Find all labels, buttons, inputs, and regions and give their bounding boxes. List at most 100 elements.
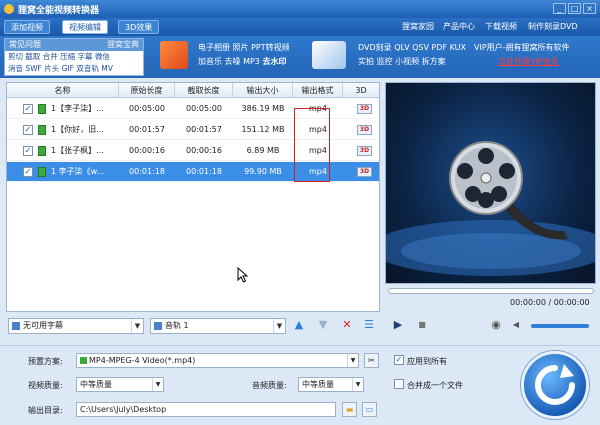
vip-text: VIP用户-拥有狸窝所有软件 xyxy=(474,43,570,52)
maximize-button[interactable]: □ xyxy=(568,3,581,14)
video-quality-label: 视频质量: xyxy=(28,381,63,390)
cell-cut: 00:00:16 xyxy=(186,146,222,155)
stop-icon[interactable]: ■ xyxy=(415,318,429,332)
chevron-down-icon[interactable]: ▼ xyxy=(273,319,285,333)
row-checkbox[interactable]: ✓ xyxy=(23,146,33,156)
window-title: 狸窝全能视频转换器 xyxy=(18,6,100,16)
film-reel-icon xyxy=(386,141,595,276)
faq-line-2[interactable]: 消音 SWF 片头 GIF 双音轨 MV xyxy=(5,63,143,75)
cell-orig: 00:05:00 xyxy=(129,104,165,113)
cell-name: 1【你好，旧... xyxy=(51,125,104,134)
arrow-down-icon[interactable]: ▼ xyxy=(316,318,330,332)
cell-name: 1【张子枫】... xyxy=(51,146,104,155)
col-3d[interactable]: 3D xyxy=(343,83,379,98)
ppt-icon[interactable] xyxy=(160,41,188,69)
output-options: 预置方案: MP4-MPEG-4 Video(*.mp4) ▼ ✂ ✓ 应用到所… xyxy=(0,345,600,425)
seek-bar[interactable] xyxy=(388,288,594,294)
format-highlight-box xyxy=(294,108,330,182)
cell-orig: 00:01:57 xyxy=(129,125,165,134)
close-button[interactable]: × xyxy=(583,3,596,14)
scissors-icon[interactable]: ✂ xyxy=(364,353,379,368)
banner-link-watermark[interactable]: 去水印 xyxy=(262,57,286,66)
tab-3d-effect[interactable]: 3D效果 xyxy=(118,20,160,34)
phone-icon[interactable] xyxy=(312,41,346,69)
title-bar: 狸窝全能视频转换器 _ □ × xyxy=(0,0,600,18)
preset-value: MP4-MPEG-4 Video(*.mp4) xyxy=(89,356,196,365)
3d-icon[interactable]: 3D xyxy=(357,146,372,156)
cell-size: 151.12 MB xyxy=(241,125,285,134)
row-checkbox[interactable]: ✓ xyxy=(23,167,33,177)
convert-button[interactable] xyxy=(521,351,589,419)
cell-size: 386.19 MB xyxy=(241,104,285,113)
video-quality-value: 中等质量 xyxy=(80,380,112,389)
link-download[interactable]: 下载视频 xyxy=(485,21,517,32)
minimize-button[interactable]: _ xyxy=(553,3,566,14)
chevron-down-icon[interactable]: ▼ xyxy=(152,378,163,391)
arrow-up-icon[interactable]: ▲ xyxy=(292,318,306,332)
feature-banner: 常见问题 狸窝宝典 剪切 截取 合并 压缩 字幕 微信 消音 SWF 片头 GI… xyxy=(0,36,600,78)
video-file-icon xyxy=(38,146,46,156)
cell-orig: 00:01:18 xyxy=(129,167,165,176)
chevron-down-icon[interactable]: ▼ xyxy=(352,378,363,391)
banner-link-shoot[interactable]: 实拍 监控 小视频 拆方案 xyxy=(358,56,446,68)
playback-controls: ▶ ■ ◉ ◀ xyxy=(385,316,596,336)
vip-upgrade-link[interactable]: 点此升级VIP会员 xyxy=(498,56,559,68)
faq-line-1[interactable]: 剪切 截取 合并 压缩 字幕 微信 xyxy=(5,51,143,63)
chevron-down-icon[interactable]: ▼ xyxy=(131,319,143,333)
cell-name: 1【李子柒】... xyxy=(51,104,104,113)
banner-link-dvd[interactable]: DVD刻录 QLV QSV PDF KUX xyxy=(358,42,466,54)
volume-slider[interactable] xyxy=(531,324,589,328)
chevron-down-icon[interactable]: ▼ xyxy=(347,354,358,367)
link-products[interactable]: 产品中心 xyxy=(443,21,475,32)
open-folder-icon[interactable]: ▭ xyxy=(362,402,377,417)
delete-icon[interactable]: ✕ xyxy=(340,318,354,332)
output-dir-value: C:\Users\July\Desktop xyxy=(80,405,167,414)
list-toolbar: 无可用字幕 ▼ 音轨 1 ▼ ▲ ▼ ✕ ☰ xyxy=(6,316,380,338)
cell-cut: 00:01:18 xyxy=(186,167,222,176)
subtitle-icon xyxy=(12,322,20,330)
col-orig-length[interactable]: 原始长度 xyxy=(119,83,175,98)
cell-cut: 00:05:00 xyxy=(186,104,222,113)
apply-all-checkbox[interactable]: ✓ xyxy=(394,355,404,365)
faq-title[interactable]: 常见问题 xyxy=(9,40,41,49)
row-checkbox[interactable]: ✓ xyxy=(23,125,33,135)
video-file-icon xyxy=(38,125,46,135)
tab-video-edit[interactable]: 视频编辑 xyxy=(62,20,108,34)
audio-quality-label: 音频质量: xyxy=(252,381,287,390)
link-home[interactable]: 狸窝家园 xyxy=(402,21,434,32)
3d-icon[interactable]: 3D xyxy=(357,167,372,177)
tab-add-video[interactable]: 添加视频 xyxy=(4,20,50,34)
output-dir-label: 输出目录: xyxy=(28,406,63,415)
merge-checkbox[interactable] xyxy=(394,379,404,389)
merge-label[interactable]: 合并成一个文件 xyxy=(407,380,463,391)
video-quality-select[interactable]: 中等质量 ▼ xyxy=(76,377,164,392)
audio-track-select[interactable]: 音轨 1 ▼ xyxy=(150,318,286,334)
col-cut-length[interactable]: 截取长度 xyxy=(175,83,233,98)
play-icon[interactable]: ▶ xyxy=(391,318,405,332)
audio-quality-select[interactable]: 中等质量 ▼ xyxy=(298,377,364,392)
faq-guide-link[interactable]: 狸窝宝典 xyxy=(107,39,139,51)
banner-link-music[interactable]: 加音乐 去噪 MP3 xyxy=(198,57,260,66)
col-output-size[interactable]: 输出大小 xyxy=(233,83,293,98)
preset-select[interactable]: MP4-MPEG-4 Video(*.mp4) ▼ xyxy=(76,353,359,368)
faq-box: 常见问题 狸窝宝典 剪切 截取 合并 压缩 字幕 微信 消音 SWF 片头 GI… xyxy=(4,38,144,76)
3d-icon[interactable]: 3D xyxy=(357,104,372,114)
preset-label: 预置方案: xyxy=(28,357,63,366)
subtitle-select[interactable]: 无可用字幕 ▼ xyxy=(8,318,144,334)
row-checkbox[interactable]: ✓ xyxy=(23,104,33,114)
link-dvd[interactable]: 制作刻录DVD xyxy=(528,21,578,32)
camera-icon[interactable]: ◉ xyxy=(489,318,503,332)
volume-icon[interactable]: ◀ xyxy=(509,318,523,332)
output-dir-input[interactable]: C:\Users\July\Desktop xyxy=(76,402,336,417)
col-name[interactable]: 名称 xyxy=(7,83,119,98)
mouse-cursor-icon xyxy=(237,267,249,283)
banner-link-album[interactable]: 电子相册 照片 PPT转视频 xyxy=(198,42,290,54)
list-icon[interactable]: ☰ xyxy=(362,318,376,332)
col-output-format[interactable]: 输出格式 xyxy=(293,83,343,98)
3d-icon[interactable]: 3D xyxy=(357,125,372,135)
video-file-icon xyxy=(38,167,46,177)
apply-all-label[interactable]: 应用到所有 xyxy=(407,356,447,367)
audio-quality-value: 中等质量 xyxy=(302,380,334,389)
video-preview[interactable] xyxy=(385,82,596,284)
folder-icon[interactable]: ▬ xyxy=(342,402,357,417)
